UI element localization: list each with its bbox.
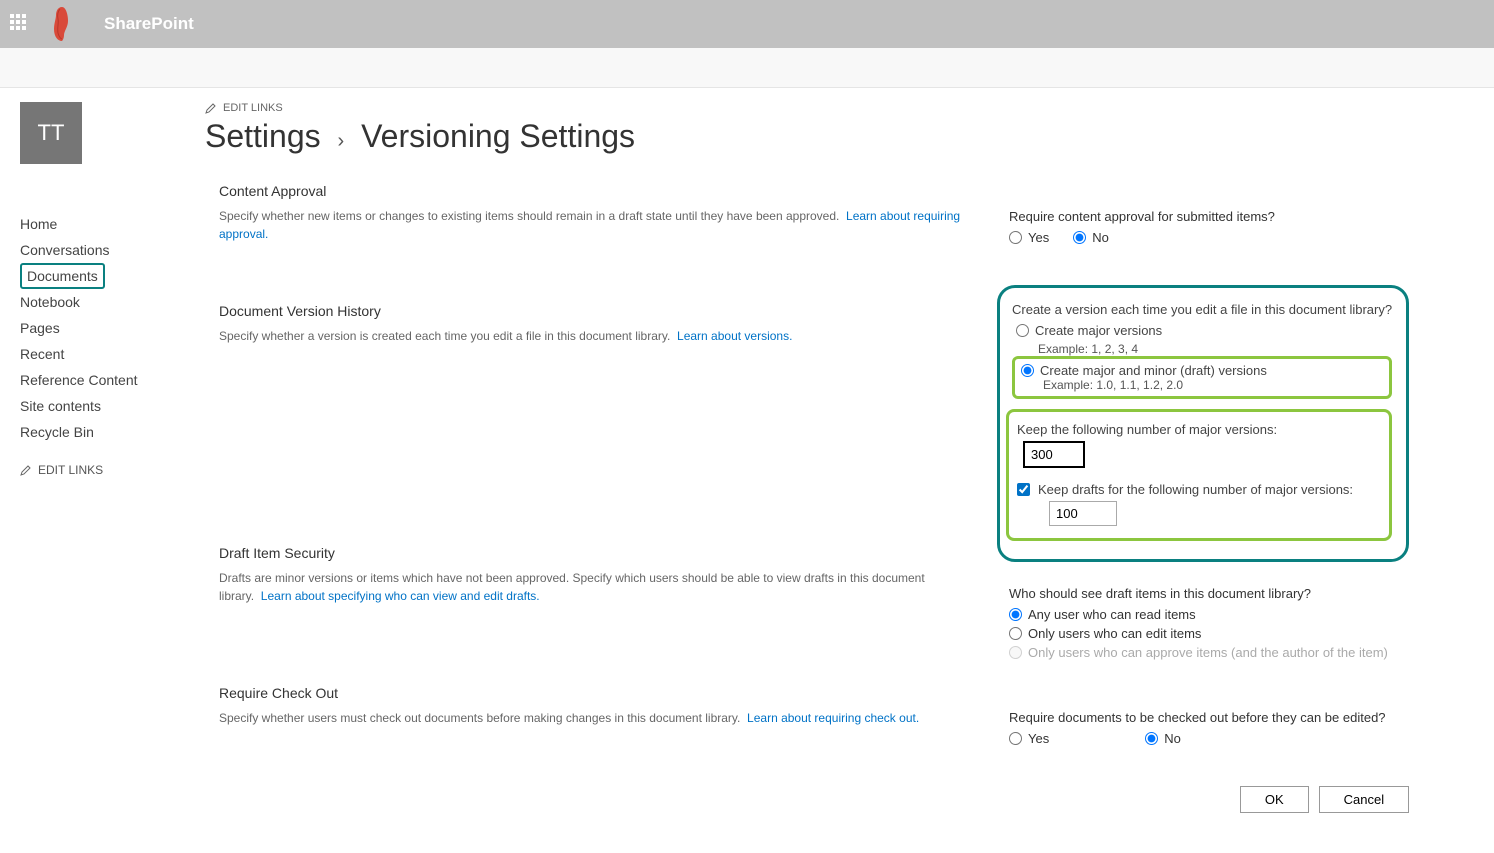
section-checkout: Require Check Out Specify whether users …	[219, 685, 979, 727]
left-nav: Home Conversations Documents Notebook Pa…	[20, 211, 205, 477]
label-keep-drafts: Keep drafts for the following number of …	[1038, 482, 1353, 497]
example-minor: Example: 1.0, 1.1, 1.2, 2.0	[1043, 378, 1383, 392]
edit-links-side-label: EDIT LINKS	[38, 463, 103, 477]
checkbox-keep-drafts[interactable]	[1017, 483, 1030, 496]
section-title: Document Version History	[219, 303, 979, 319]
radio-draft-edit[interactable]: Only users who can edit items	[1009, 626, 1409, 641]
nav-reference-content[interactable]: Reference Content	[20, 367, 205, 393]
control-approval: Require content approval for submitted i…	[1009, 209, 1409, 245]
edit-links-label: EDIT LINKS	[223, 102, 283, 114]
radio-checkout-yes[interactable]: Yes	[1009, 731, 1049, 746]
nav-home[interactable]: Home	[20, 211, 205, 237]
radio-major-versions[interactable]: Create major versions	[1016, 323, 1392, 338]
nav-site-contents[interactable]: Site contents	[20, 393, 205, 419]
breadcrumb-current: Versioning Settings	[361, 118, 635, 154]
ribbon-bar	[0, 48, 1494, 88]
nav-conversations[interactable]: Conversations	[20, 237, 205, 263]
suite-title: SharePoint	[104, 14, 194, 34]
label-keep-major: Keep the following number of major versi…	[1017, 422, 1379, 437]
cancel-button[interactable]: Cancel	[1319, 786, 1409, 813]
highlight-keep-versions: Keep the following number of major versi…	[1006, 409, 1392, 541]
breadcrumb-separator-icon: ›	[338, 130, 345, 152]
breadcrumb-parent[interactable]: Settings	[205, 118, 321, 154]
section-desc: Drafts are minor versions or items which…	[219, 569, 979, 605]
edit-links-side[interactable]: EDIT LINKS	[20, 463, 205, 477]
highlight-minor-versions: Create major and minor (draft) versions …	[1012, 356, 1392, 399]
section-draft-security: Draft Item Security Drafts are minor ver…	[219, 545, 979, 605]
section-desc: Specify whether a version is created eac…	[219, 327, 979, 345]
section-title: Require Check Out	[219, 685, 979, 701]
question-checkout: Require documents to be checked out befo…	[1009, 710, 1409, 725]
radio-minor-versions[interactable]: Create major and minor (draft) versions	[1021, 363, 1383, 378]
radio-checkout-no[interactable]: No	[1145, 731, 1181, 746]
example-major: Example: 1, 2, 3, 4	[1038, 342, 1392, 356]
pencil-icon	[205, 102, 217, 114]
nav-pages[interactable]: Pages	[20, 315, 205, 341]
section-version-history: Document Version History Specify whether…	[219, 303, 979, 345]
control-draft-security: Who should see draft items in this docum…	[1009, 586, 1409, 660]
radio-draft-any[interactable]: Any user who can read items	[1009, 607, 1409, 622]
page-title: Settings › Versioning Settings	[205, 118, 1454, 155]
link-drafts[interactable]: Learn about specifying who can view and …	[261, 589, 540, 603]
question-history: Create a version each time you edit a fi…	[1012, 302, 1392, 317]
edit-links-top[interactable]: EDIT LINKS	[205, 102, 1454, 114]
link-versions[interactable]: Learn about versions.	[677, 329, 792, 343]
section-title: Draft Item Security	[219, 545, 979, 561]
section-desc: Specify whether users must check out doc…	[219, 709, 979, 727]
footer-buttons: OK Cancel	[1009, 786, 1409, 813]
pencil-icon	[20, 464, 32, 476]
input-keep-drafts[interactable]	[1049, 501, 1117, 526]
input-keep-major[interactable]	[1023, 441, 1085, 468]
link-checkout[interactable]: Learn about requiring check out.	[747, 711, 919, 725]
question-draft: Who should see draft items in this docum…	[1009, 586, 1409, 601]
app-launcher-icon[interactable]	[10, 14, 30, 34]
site-tile[interactable]: TT	[20, 102, 82, 164]
radio-draft-approve[interactable]: Only users who can approve items (and th…	[1009, 645, 1409, 660]
nav-documents[interactable]: Documents	[20, 263, 105, 289]
radio-approval-no[interactable]: No	[1073, 230, 1109, 245]
nav-recycle-bin[interactable]: Recycle Bin	[20, 419, 205, 445]
suite-bar: SharePoint	[0, 0, 1494, 48]
highlight-version-history: Create a version each time you edit a fi…	[997, 285, 1409, 562]
radio-approval-yes[interactable]: Yes	[1009, 230, 1049, 245]
section-content-approval: Content Approval Specify whether new ite…	[219, 183, 979, 243]
question-approval: Require content approval for submitted i…	[1009, 209, 1409, 224]
control-checkout: Require documents to be checked out befo…	[1009, 710, 1409, 746]
site-logo-icon[interactable]	[48, 5, 76, 43]
nav-recent[interactable]: Recent	[20, 341, 205, 367]
nav-notebook[interactable]: Notebook	[20, 289, 205, 315]
section-desc: Specify whether new items or changes to …	[219, 207, 979, 243]
ok-button[interactable]: OK	[1240, 786, 1309, 813]
section-title: Content Approval	[219, 183, 979, 199]
